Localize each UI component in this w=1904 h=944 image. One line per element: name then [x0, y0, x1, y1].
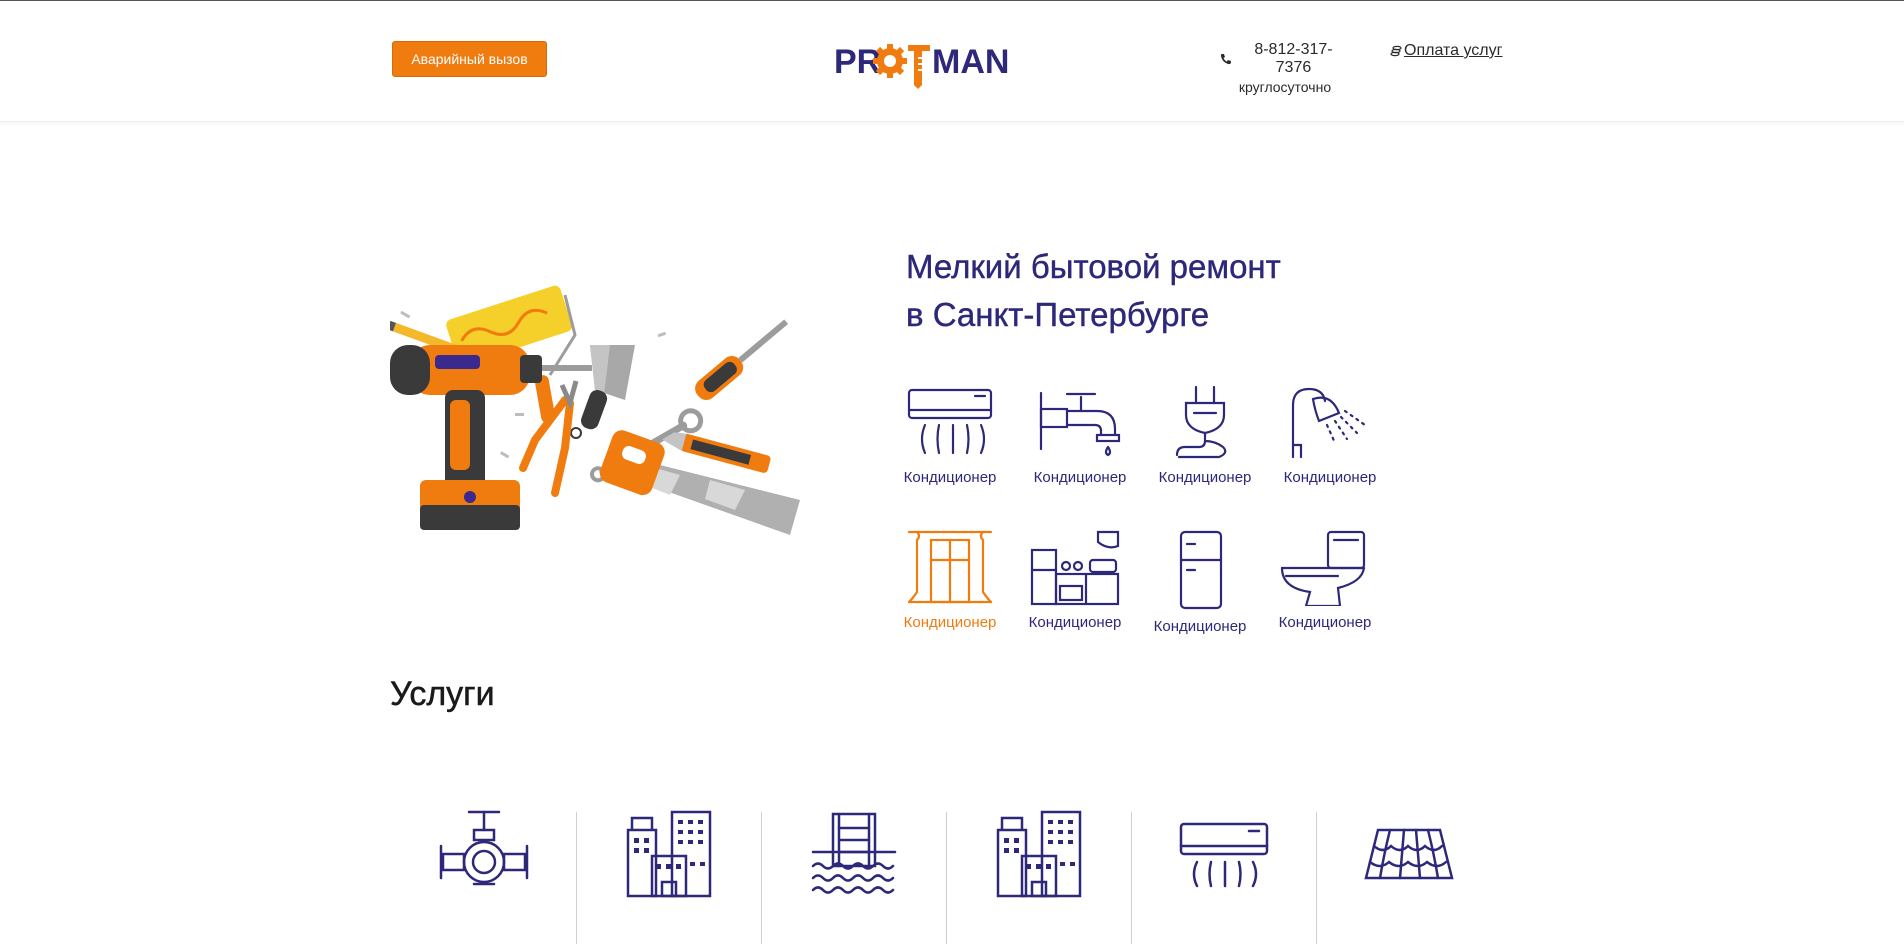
- category-air-conditioner[interactable]: [1132, 810, 1316, 944]
- buildings-icon: [626, 810, 712, 898]
- refrigerator-icon: [1179, 530, 1223, 610]
- service-label: Кондиционер: [1278, 614, 1372, 631]
- category-buildings[interactable]: [577, 810, 761, 944]
- coins-icon: [1390, 45, 1402, 57]
- phone-hours-note: круглосуточно: [1238, 79, 1332, 95]
- service-shower[interactable]: Кондиционер: [1270, 385, 1390, 486]
- payment-link[interactable]: Оплата услуг: [1390, 42, 1502, 60]
- payment-link-label: Оплата услуг: [1404, 42, 1503, 59]
- buildings-icon: [996, 810, 1082, 898]
- service-label: Кондиционер: [1158, 469, 1252, 486]
- logo-graphic: PR MAN: [834, 43, 1009, 89]
- service-refrigerator[interactable]: Кондиционер: [1140, 530, 1260, 635]
- phone-number-link[interactable]: 8-812-317-7376: [1220, 41, 1350, 77]
- shower-icon: [1291, 387, 1367, 459]
- hero-title-line1: Мелкий бытовой ремонт: [906, 248, 1281, 285]
- electric-plug-icon: [1175, 385, 1227, 459]
- service-faucet[interactable]: Кондиционер: [1020, 385, 1140, 486]
- service-label: Кондиционер: [1283, 469, 1377, 486]
- pool-ladder-icon: [811, 812, 897, 894]
- services-section-title: Услуги: [390, 675, 495, 714]
- air-conditioner-icon: [1179, 822, 1269, 888]
- service-toilet[interactable]: Кондиционер: [1265, 530, 1385, 631]
- category-valve[interactable]: [392, 810, 576, 944]
- hero-title-line2: в Санкт-Петербурге: [906, 296, 1210, 333]
- service-label: Кондиционер: [903, 469, 997, 486]
- valve-icon: [439, 810, 529, 886]
- service-label: Кондиционер: [1153, 618, 1247, 635]
- category-roof[interactable]: [1317, 810, 1501, 944]
- toilet-icon: [1280, 530, 1366, 606]
- phone-block: 8-812-317-7376 круглосуточно: [1220, 41, 1350, 95]
- roof-tiles-icon: [1364, 828, 1454, 880]
- faucet-icon: [1039, 391, 1121, 457]
- svg-text:MAN: MAN: [932, 43, 1009, 81]
- category-buildings-2[interactable]: [947, 810, 1131, 944]
- kitchen-icon: [1030, 530, 1120, 606]
- phone-icon: [1220, 54, 1231, 65]
- service-label: Кондиционер: [1028, 614, 1122, 631]
- hero-title: Мелкий бытовой ремонт в Санкт-Петербурге: [906, 243, 1281, 339]
- tools-illustration: [390, 285, 800, 535]
- service-label: Кондиционер: [903, 614, 997, 631]
- service-window[interactable]: Кондиционер: [890, 530, 1010, 631]
- site-header: Аварийный вызов PR MAN 8-812-317-7376 кр…: [0, 1, 1904, 122]
- window-icon: [907, 530, 993, 604]
- service-electric-plug[interactable]: Кондиционер: [1145, 385, 1265, 486]
- service-kitchen[interactable]: Кондиционер: [1015, 530, 1135, 631]
- emergency-call-button[interactable]: Аварийный вызов: [392, 41, 547, 77]
- profman-logo[interactable]: PR MAN: [834, 39, 1030, 95]
- category-pool[interactable]: [762, 810, 946, 944]
- service-air-conditioner[interactable]: Кондиционер: [890, 385, 1010, 486]
- service-label: Кондиционер: [1033, 469, 1127, 486]
- phone-number: 8-812-317-7376: [1254, 41, 1333, 76]
- air-conditioner-icon: [907, 388, 993, 455]
